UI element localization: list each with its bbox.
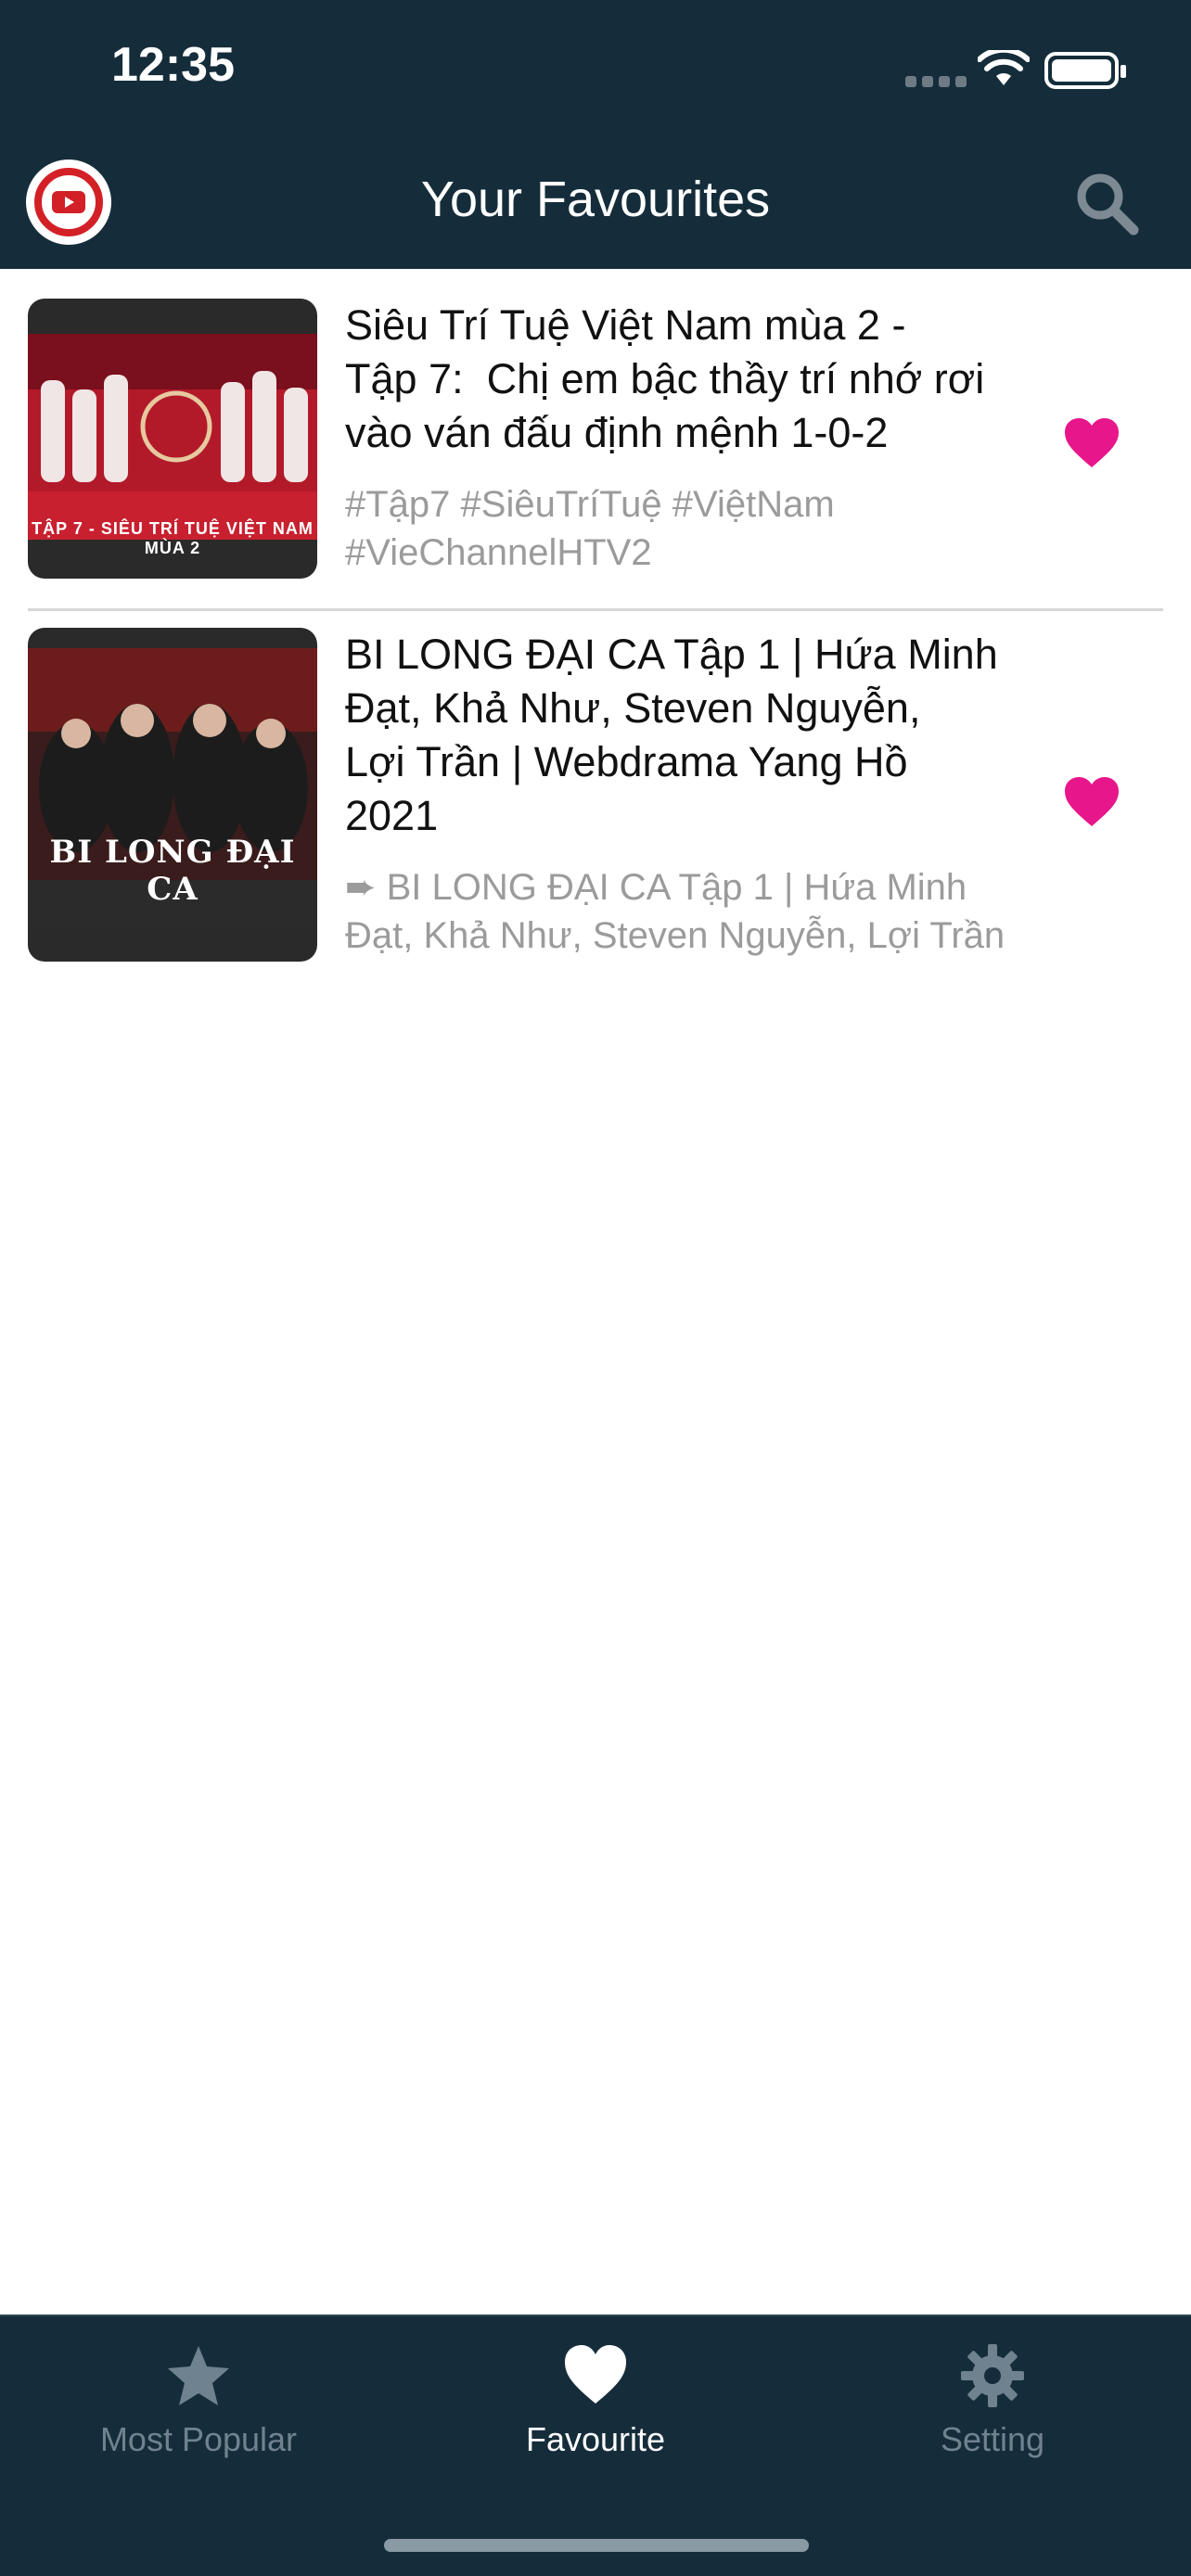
home-indicator[interactable] (384, 2539, 809, 2552)
tab-label: Favourite (525, 2420, 666, 2458)
favourites-list: TẬP 7 - SIÊU TRÍ TUỆ VIỆT NAM MÙA 2 Siêu… (0, 269, 1191, 982)
item-text: BI LONG ĐẠI CA Tập 1 | Hứa Minh Đạt, Khả… (345, 628, 1026, 960)
item-text: Siêu Trí Tuệ Việt Nam mùa 2 - Tập 7: Chị… (345, 299, 1026, 577)
list-item[interactable]: TẬP 7 - SIÊU TRÍ TUỆ VIỆT NAM MÙA 2 Siêu… (0, 269, 1191, 608)
tab-label: Most Popular (99, 2420, 298, 2458)
heart-icon[interactable] (1063, 776, 1121, 828)
video-thumbnail[interactable]: BI LONG ĐẠI CA (28, 628, 317, 962)
list-item[interactable]: BI LONG ĐẠI CA BI LONG ĐẠI CA Tập 1 | Hứ… (0, 611, 1191, 982)
heart-icon[interactable] (1063, 417, 1121, 469)
navigation-bar: Your Favourites (0, 148, 1191, 269)
tab-most-popular[interactable]: Most Popular (59, 2342, 338, 2459)
gear-icon (961, 2344, 1024, 2407)
video-thumbnail[interactable]: TẬP 7 - SIÊU TRÍ TUỆ VIỆT NAM MÙA 2 (28, 299, 317, 579)
item-title: Siêu Trí Tuệ Việt Nam mùa 2 - Tập 7: Chị… (345, 301, 985, 456)
heart-icon (565, 2345, 626, 2404)
tab-label: Setting (940, 2420, 1045, 2458)
status-time: 12:35 (111, 38, 235, 92)
thumbnail-caption: TẬP 7 - SIÊU TRÍ TUỆ VIỆT NAM MÙA 2 (32, 519, 314, 557)
tab-favourite[interactable]: Favourite (456, 2342, 735, 2459)
status-bar: 12:35 (0, 0, 1191, 148)
battery-icon (1044, 52, 1126, 89)
wifi-icon (978, 50, 1030, 85)
star-icon (168, 2346, 229, 2405)
thumbnail-caption: BI LONG ĐẠI CA (49, 834, 296, 908)
thumbnail-image (28, 334, 317, 540)
tab-setting[interactable]: Setting (853, 2342, 1132, 2459)
search-icon[interactable] (1070, 167, 1143, 239)
cellular-signal-icon (905, 76, 967, 87)
item-subtitle: ➨ BI LONG ĐẠI CA Tập 1 | Hứa Minh Đạt, K… (345, 867, 1005, 956)
item-subtitle: #Tập7 #SiêuTríTuệ #ViệtNam #VieChannelHT… (345, 484, 835, 573)
item-title: BI LONG ĐẠI CA Tập 1 | Hứa Minh Đạt, Khả… (345, 631, 998, 839)
page-title: Your Favourites (420, 172, 771, 227)
tab-bar: Most Popular Favourite Setting (0, 2315, 1191, 2576)
